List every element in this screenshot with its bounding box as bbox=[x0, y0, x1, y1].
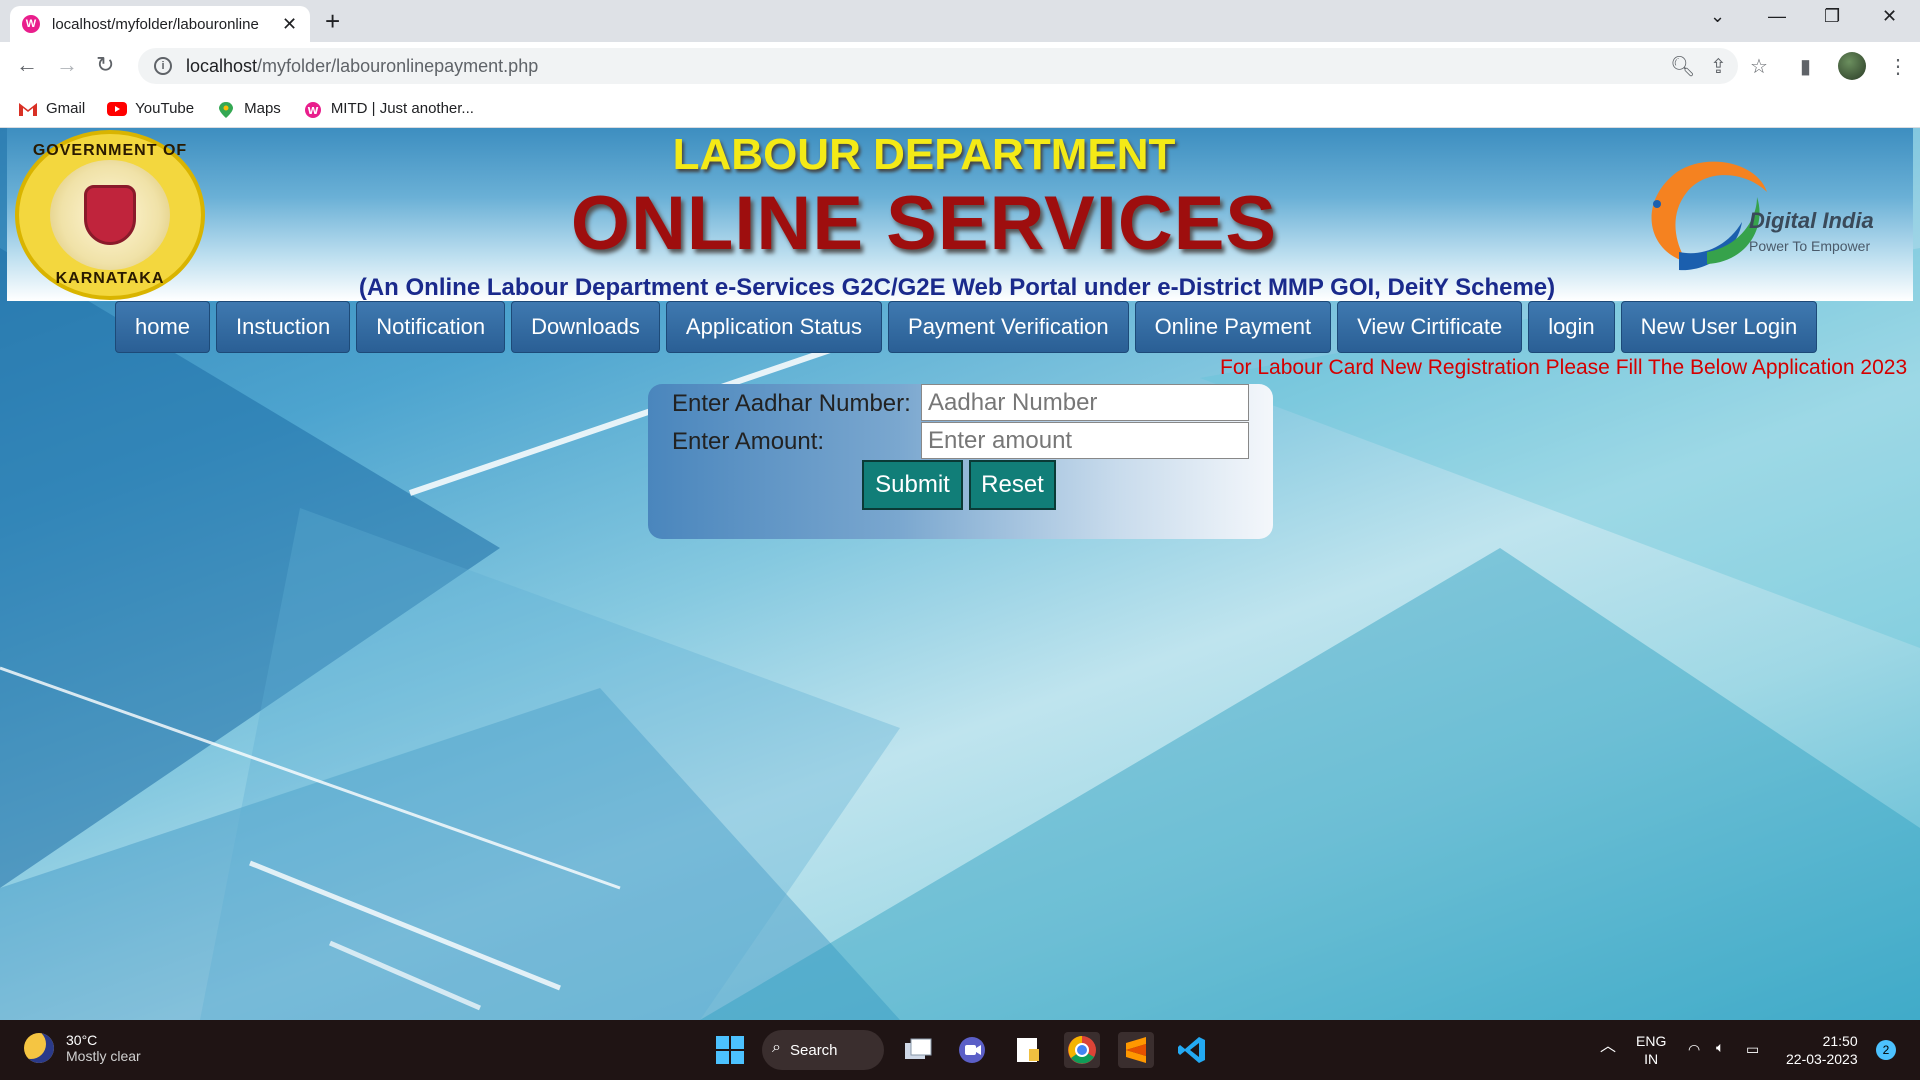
menu-instruction[interactable]: Instuction bbox=[216, 301, 351, 353]
url-text: localhost/myfolder/labouronlinepayment.p… bbox=[186, 55, 539, 76]
search-icon: ⌕ bbox=[772, 1039, 781, 1056]
share-icon[interactable]: ⇪ bbox=[1710, 54, 1727, 79]
close-tab-icon[interactable]: ✕ bbox=[282, 14, 297, 35]
bookmark-star-icon[interactable]: ☆ bbox=[1750, 54, 1768, 79]
zoom-icon[interactable]: 🔍︎ bbox=[1670, 54, 1695, 79]
side-panel-icon[interactable]: ▮ bbox=[1800, 54, 1811, 79]
volume-icon[interactable]: 🔈︎ bbox=[1716, 1038, 1724, 1056]
browser-toolbar: ← → ↻ i localhost/myfolder/labouronlinep… bbox=[0, 42, 1920, 90]
menu-view-certificate[interactable]: View Cirtificate bbox=[1337, 301, 1523, 353]
registration-marquee: For Labour Card New Registration Please … bbox=[1220, 356, 1908, 379]
main-menu: home Instuction Notification Downloads A… bbox=[115, 301, 1823, 353]
notepad-icon[interactable] bbox=[1010, 1032, 1046, 1068]
browser-tab[interactable]: W localhost/myfolder/labouronline ✕ bbox=[10, 6, 310, 42]
clock-date: 22-03-2023 bbox=[1786, 1051, 1858, 1067]
digital-india-tagline: Power To Empower bbox=[1749, 238, 1871, 254]
menu-kebab-icon[interactable]: ⋮ bbox=[1888, 54, 1908, 79]
aadhar-input[interactable]: Aadhar Number bbox=[921, 384, 1249, 421]
tab-strip: W localhost/myfolder/labouronline ✕ + ⌄ … bbox=[0, 0, 1920, 42]
teams-chat-icon[interactable] bbox=[954, 1032, 990, 1068]
new-tab-icon[interactable]: + bbox=[325, 6, 340, 37]
clock-time: 21:50 bbox=[1822, 1033, 1858, 1049]
menu-online-payment[interactable]: Online Payment bbox=[1134, 301, 1332, 353]
language-indicator[interactable]: ENG IN bbox=[1636, 1032, 1666, 1068]
header-banner: GOVERNMENT OF KARNATAKA LABOUR DEPARTMEN… bbox=[7, 128, 1913, 301]
page-viewport: GOVERNMENT OF KARNATAKA LABOUR DEPARTMEN… bbox=[0, 128, 1920, 1020]
reload-icon[interactable]: ↻ bbox=[96, 52, 114, 78]
amount-input[interactable]: Enter amount bbox=[921, 422, 1249, 459]
weather-temp: 30°C bbox=[66, 1032, 98, 1048]
menu-home[interactable]: home bbox=[115, 301, 211, 353]
menu-downloads[interactable]: Downloads bbox=[511, 301, 660, 353]
amount-label: Enter Amount: bbox=[672, 428, 825, 455]
aadhar-label: Enter Aadhar Number: bbox=[672, 390, 911, 417]
windows-start-icon[interactable] bbox=[712, 1032, 748, 1068]
close-window-icon[interactable]: ✕ bbox=[1882, 6, 1897, 27]
minimize-icon[interactable]: — bbox=[1768, 6, 1786, 27]
vscode-icon[interactable] bbox=[1174, 1032, 1210, 1068]
profile-avatar[interactable] bbox=[1838, 52, 1866, 80]
back-icon[interactable]: ← bbox=[16, 52, 38, 78]
moon-weather-icon bbox=[24, 1033, 54, 1063]
menu-notification[interactable]: Notification bbox=[356, 301, 506, 353]
menu-application-status[interactable]: Application Status bbox=[665, 301, 883, 353]
tab-title: localhost/myfolder/labouronline bbox=[52, 15, 259, 33]
online-services-title: ONLINE SERVICES bbox=[570, 181, 1278, 266]
site-info-icon[interactable]: i bbox=[154, 57, 172, 75]
submit-button[interactable]: Submit bbox=[862, 460, 963, 510]
chrome-icon[interactable] bbox=[1064, 1032, 1100, 1068]
weather-widget[interactable]: 30°C Mostly clear bbox=[24, 1032, 141, 1064]
search-label: Search bbox=[790, 1041, 838, 1059]
menu-payment-verification[interactable]: Payment Verification bbox=[888, 301, 1129, 353]
sublime-text-icon[interactable] bbox=[1118, 1032, 1154, 1068]
clock[interactable]: 21:50 22-03-2023 bbox=[1786, 1032, 1858, 1068]
restore-icon[interactable]: ❐ bbox=[1824, 6, 1840, 27]
tray-chevron-icon[interactable]: ︿ bbox=[1600, 1038, 1616, 1056]
notification-badge[interactable]: 2 bbox=[1876, 1040, 1896, 1060]
weather-desc: Mostly clear bbox=[66, 1048, 141, 1064]
digital-india-text: Digital India bbox=[1749, 208, 1874, 233]
mitd-icon: W bbox=[303, 101, 323, 118]
maps-icon bbox=[216, 101, 236, 118]
task-view-icon[interactable] bbox=[900, 1032, 936, 1068]
taskbar-search[interactable]: ⌕ Search bbox=[762, 1030, 884, 1070]
site-favicon-icon: W bbox=[22, 15, 40, 33]
address-bar[interactable]: i localhost/myfolder/labouronlinepayment… bbox=[138, 48, 1738, 84]
forward-icon[interactable]: → bbox=[56, 52, 78, 78]
battery-icon[interactable]: ▭ bbox=[1746, 1040, 1759, 1058]
youtube-icon bbox=[107, 101, 128, 117]
bookmark-gmail[interactable]: Gmail bbox=[18, 100, 85, 117]
bookmark-youtube[interactable]: YouTube bbox=[107, 100, 194, 117]
gmail-icon bbox=[18, 101, 38, 117]
bookmark-maps[interactable]: Maps bbox=[216, 100, 281, 118]
svg-text:W: W bbox=[307, 106, 318, 117]
payment-form: Enter Aadhar Number: Aadhar Number Enter… bbox=[648, 384, 1273, 539]
bookmark-mitd[interactable]: W MITD | Just another... bbox=[303, 100, 474, 118]
menu-new-user-login[interactable]: New User Login bbox=[1620, 301, 1818, 353]
taskbar: 30°C Mostly clear ⌕ Search ︿ ENG IN ◠ 🔈︎ … bbox=[0, 1020, 1920, 1080]
wifi-icon[interactable]: ◠ bbox=[1688, 1040, 1700, 1058]
bookmarks-bar: Gmail YouTube Maps W MITD | Just another… bbox=[0, 90, 1920, 128]
menu-login[interactable]: login bbox=[1528, 301, 1615, 353]
tab-search-chevron-icon[interactable]: ⌄ bbox=[1710, 6, 1725, 27]
department-title: LABOUR DEPARTMENT bbox=[672, 130, 1176, 179]
reset-button[interactable]: Reset bbox=[969, 460, 1056, 510]
